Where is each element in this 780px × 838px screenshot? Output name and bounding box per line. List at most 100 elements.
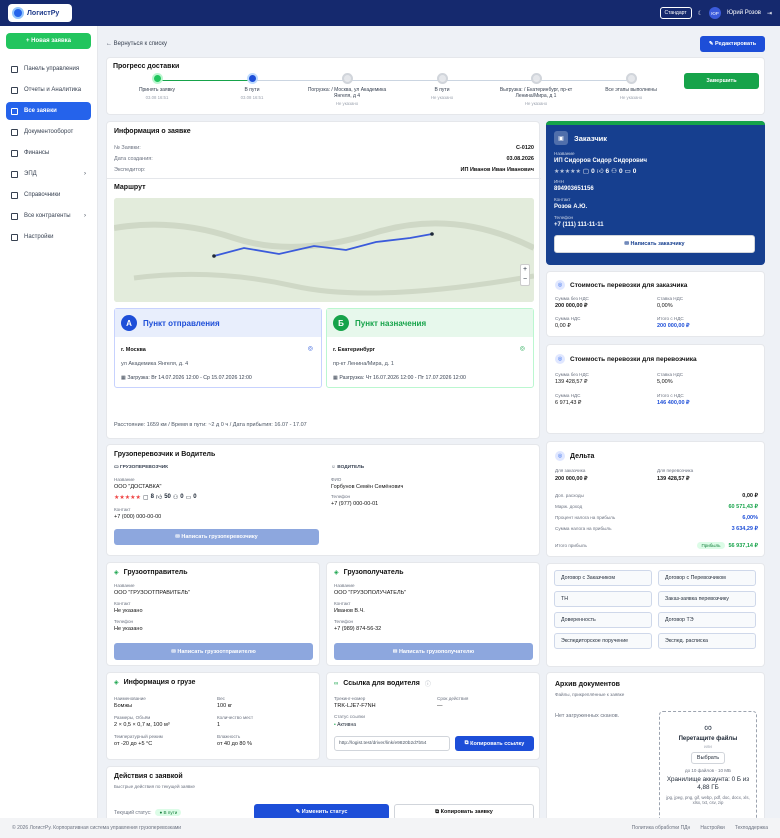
cargo-name: Бомжы	[114, 703, 133, 709]
star-icon: ★★★★★	[114, 494, 141, 501]
current-status: Текущий статус: ● В пути	[114, 809, 182, 816]
finish-button[interactable]: Завершить	[684, 73, 759, 89]
label: Контакт	[114, 507, 131, 512]
doc-button[interactable]: Заказ-заявка перевозчику	[658, 591, 756, 607]
sidebar-item-refs[interactable]: Справочники	[6, 186, 91, 204]
footer-link[interactable]: Техподдержка	[735, 825, 768, 831]
label: Срок действия	[437, 696, 469, 701]
edit-button[interactable]: ✎ Редактировать	[700, 36, 765, 52]
doc-button[interactable]: Договор ТЭ	[658, 612, 756, 628]
sidebar-item-reports[interactable]: Отчеты и Аналитика	[6, 81, 91, 99]
carrier-title: Грузоперевозчик и Водитель	[114, 451, 216, 458]
cost-value: 0,00%	[657, 303, 673, 309]
sidebar-item-orders[interactable]: Все заявки	[6, 102, 91, 120]
mode-toggle[interactable]: Стандарт	[659, 7, 692, 19]
status-badge: ● В пути	[155, 809, 182, 816]
label: Название	[334, 583, 355, 588]
progress-step: Принять заявку 03.08 16:51	[122, 73, 192, 100]
label: Название	[554, 151, 575, 156]
thumb-up-icon: 👍︎	[596, 168, 604, 175]
new-order-button[interactable]: + Новая заявка	[6, 33, 91, 49]
doc-button[interactable]: Экспед. расписка	[658, 633, 756, 649]
label: Влажность	[217, 734, 241, 739]
user-name[interactable]: Юрий Розов	[727, 10, 761, 16]
rating-count: 0	[193, 494, 197, 500]
sidebar-item-epd[interactable]: ЭПД ›	[6, 165, 91, 183]
label: Сумма без НДС	[555, 296, 589, 301]
write-customer-button[interactable]: ✉ Написать заказчику	[554, 235, 755, 253]
zoom-in-button[interactable]: +	[521, 265, 529, 275]
copy-link-button[interactable]: ⧉ Копировать ссылку	[455, 736, 534, 751]
info-icon[interactable]: ⓘ	[425, 679, 431, 688]
link-status: • Активна	[334, 722, 357, 728]
progress-title: Прогресс доставки	[113, 63, 180, 70]
orders-icon	[11, 107, 18, 115]
consignee-name: ООО "ГРУЗОПОЛУЧАТЕЛЬ"	[334, 590, 407, 596]
sidebar-item-docs[interactable]: Документооборот	[6, 123, 91, 141]
info-label: Экспедитор:	[114, 166, 146, 173]
zoom-out-button[interactable]: −	[521, 275, 529, 285]
write-carrier-button[interactable]: ✉ Написать грузоперевозчику	[114, 529, 319, 545]
rating-count: 50	[164, 494, 171, 500]
label: Количество мест	[217, 715, 254, 720]
sidebar-item-finance[interactable]: Финансы	[6, 144, 91, 162]
consignee-contact: Иванов В.Ч.	[334, 608, 365, 614]
epd-icon	[11, 170, 18, 178]
cargo-card: ◈ Информация о грузе Наименование Бомжы В…	[106, 672, 320, 760]
doc-button[interactable]: Договор с Перевозчиком	[658, 570, 756, 586]
map-svg	[114, 198, 534, 302]
back-link[interactable]: ← Вернуться к списку	[106, 41, 167, 47]
thumb-up-icon: 👍︎	[155, 495, 163, 501]
choose-file-button[interactable]: Выбрать	[691, 752, 725, 764]
footer-link[interactable]: Политика обработки ПДн	[632, 825, 691, 831]
sidebar-item-dashboard[interactable]: Панель управления	[6, 60, 91, 78]
driver-link-input[interactable]: http://logist.test/driver/link/e9820b2d7…	[334, 736, 450, 751]
sidebar-item-settings[interactable]: Настройки	[6, 228, 91, 246]
book-icon	[11, 191, 18, 199]
logout-icon[interactable]: ⇥	[767, 10, 772, 17]
cost-value: 6 971,43 ₽	[555, 400, 582, 406]
app-logo[interactable]: ЛогистРу	[8, 4, 72, 22]
upload-limit: до 10 файлов · 10 МБ	[685, 768, 731, 773]
dashboard-icon	[11, 65, 18, 73]
location-pin-icon: ◎	[307, 346, 313, 352]
cost-value: 200 000,00 ₽	[555, 303, 588, 309]
doc-button[interactable]: ТН	[554, 591, 652, 607]
point-a-badge: А	[121, 315, 137, 331]
avatar[interactable]: ЮР	[708, 7, 721, 19]
top-bar: ЛогистРу Стандарт ☾ ЮР Юрий Розов ⇥	[0, 0, 780, 26]
doc-button[interactable]: Экспедиторское поручение	[554, 633, 652, 649]
route-map[interactable]: + −	[114, 198, 534, 302]
label: ФИО	[331, 477, 342, 482]
moon-icon[interactable]: ☾	[698, 10, 703, 17]
load-time: ▦ Загрузка: Вт 14.07.2026 12:00 - Ср 15.…	[121, 375, 252, 381]
footer-link[interactable]: Настройки	[700, 825, 725, 831]
write-shipper-button[interactable]: ✉ Написать грузоотправителю	[114, 643, 313, 660]
building-icon: ▣	[554, 131, 568, 145]
route-title: Маршрут	[114, 184, 146, 191]
route-summary: Расстояние: 1659 км / Время в пути: ~2 д…	[114, 422, 307, 428]
doc-button[interactable]: Доверенность	[554, 612, 652, 628]
shipper-name: ООО "ГРУЗООТПРАВИТЕЛЬ"	[114, 590, 191, 596]
progress-step: В пути 03.08 16:51	[217, 73, 287, 100]
cargo-weight: 100 кг	[217, 703, 233, 709]
money-icon: ◎	[555, 280, 565, 290]
rating-count: 6	[605, 167, 610, 175]
box-icon: ◈	[114, 570, 119, 576]
label: Ставка НДС	[657, 372, 684, 377]
write-consignee-button[interactable]: ✉ Написать грузополучателю	[334, 643, 533, 660]
sidebar-item-contractors[interactable]: Все контрагенты ›	[6, 207, 91, 225]
delta-value: 3 634,29 ₽	[731, 525, 758, 532]
label: Итого с НДС	[657, 393, 684, 398]
progress-step: В пути Не указано	[407, 73, 477, 100]
link-expiry: —	[437, 703, 443, 709]
upload-dropzone[interactable]: ∞ Перетащите файлы или Выбрать до 10 фай…	[659, 711, 757, 823]
customer-title: Заказчик	[574, 133, 608, 143]
link-icon: ∞	[704, 722, 712, 734]
delta-label: Доп. расходы	[555, 493, 584, 498]
or-label: или	[704, 744, 712, 749]
tracking-number: TRK-LJE7-F7NH	[334, 703, 376, 709]
doc-button[interactable]: Договор с Заказчиком	[554, 570, 652, 586]
rating-count: 0	[632, 167, 637, 175]
consignee-phone: +7 (989) 874-56-32	[334, 626, 382, 632]
